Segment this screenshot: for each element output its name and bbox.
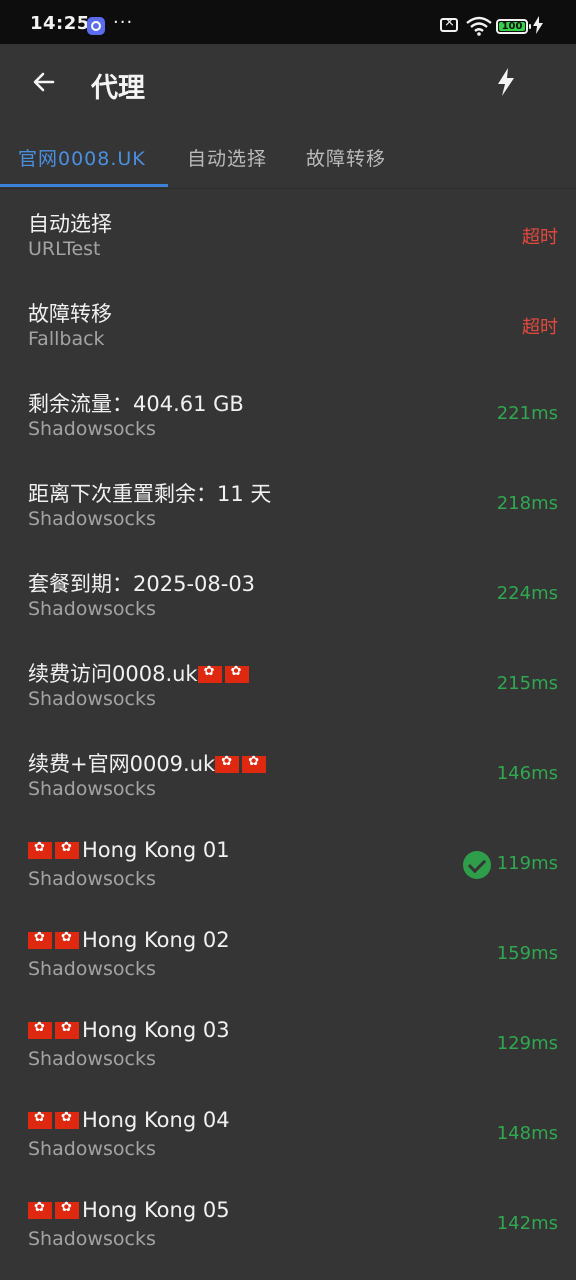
more-notifications-icon: ··· <box>113 12 134 33</box>
proxy-type: Shadowsocks <box>28 598 156 620</box>
proxy-name-wrap: Hong Kong 05 <box>28 1198 230 1222</box>
status-time: 14:25 <box>30 13 90 34</box>
proxy-name: 续费访问0008.uk <box>28 662 198 686</box>
proxy-item[interactable]: Hong Kong 05 Shadowsocks 142ms <box>0 1180 576 1270</box>
hk-flag-icon <box>224 664 249 683</box>
proxy-name: Hong Kong 04 <box>82 1108 230 1132</box>
hk-flag-icon <box>55 840 79 859</box>
hk-flag-icon <box>28 1020 52 1039</box>
proxy-delay[interactable]: 超时 <box>522 313 558 339</box>
proxy-type: Shadowsocks <box>28 1228 156 1250</box>
proxy-item[interactable]: Hong Kong 04 Shadowsocks 148ms <box>0 1090 576 1180</box>
proxy-item[interactable]: 故障转移 Fallback 超时 <box>0 280 576 370</box>
proxy-name-wrap: Hong Kong 03 <box>28 1018 230 1042</box>
proxy-item[interactable]: 续费+官网0009.uk Shadowsocks 146ms <box>0 730 576 820</box>
battery-icon: 100 <box>496 19 531 34</box>
proxy-delay[interactable]: 221ms <box>497 403 558 424</box>
no-sim-icon <box>440 15 458 32</box>
proxy-item[interactable]: 续费访问0008.uk Shadowsocks 215ms <box>0 640 576 730</box>
proxy-name-wrap: 续费访问0008.uk <box>28 658 252 688</box>
tab-auto-select[interactable]: 自动选择 <box>187 144 267 171</box>
proxy-delay[interactable]: 146ms <box>497 763 558 784</box>
proxy-type: URLTest <box>28 238 101 260</box>
hk-flag-icon <box>55 1200 79 1219</box>
proxy-type: Fallback <box>28 328 105 350</box>
proxy-type: Shadowsocks <box>28 1048 156 1070</box>
proxy-item[interactable]: Hong Kong 03 Shadowsocks 129ms <box>0 1000 576 1090</box>
hk-flag-icon <box>197 664 222 683</box>
hk-flag-icon <box>28 1110 52 1129</box>
proxy-list: 自动选择 URLTest 超时 故障转移 Fallback 超时 剩余流量：40… <box>0 190 576 1270</box>
hk-flag-icon <box>28 1200 52 1219</box>
hk-flag-icon <box>28 840 52 859</box>
proxy-type: Shadowsocks <box>28 508 156 530</box>
proxy-item[interactable]: Hong Kong 02 Shadowsocks 159ms <box>0 910 576 1000</box>
proxy-name: Hong Kong 01 <box>82 838 230 862</box>
lightning-bolt-icon[interactable] <box>496 68 516 96</box>
proxy-type: Shadowsocks <box>28 868 156 890</box>
proxy-name: Hong Kong 05 <box>82 1198 230 1222</box>
hk-flag-icon <box>55 1110 79 1129</box>
proxy-name: Hong Kong 03 <box>82 1018 230 1042</box>
proxy-name: 套餐到期：2025-08-03 <box>28 572 256 596</box>
proxy-type: Shadowsocks <box>28 958 156 980</box>
proxy-item-selected[interactable]: Hong Kong 01 Shadowsocks 119ms <box>0 820 576 910</box>
charging-icon <box>533 16 543 34</box>
proxy-delay[interactable]: 142ms <box>497 1213 558 1234</box>
proxy-type: Shadowsocks <box>28 688 156 710</box>
proxy-delay[interactable]: 148ms <box>497 1123 558 1144</box>
wifi-icon <box>466 16 492 36</box>
proxy-name: 续费+官网0009.uk <box>28 752 216 776</box>
proxy-delay[interactable]: 159ms <box>497 943 558 964</box>
proxy-item[interactable]: 剩余流量：404.61 GB Shadowsocks 221ms <box>0 370 576 460</box>
tab-indicator <box>0 184 168 187</box>
battery-level: 100 <box>499 22 525 32</box>
hk-flag-icon <box>55 1020 79 1039</box>
arrow-left-icon[interactable] <box>32 70 56 94</box>
proxy-name-wrap: Hong Kong 04 <box>28 1108 230 1132</box>
proxy-type: Shadowsocks <box>28 1138 156 1160</box>
proxy-delay[interactable]: 129ms <box>497 1033 558 1054</box>
proxy-item[interactable]: 自动选择 URLTest 超时 <box>0 190 576 280</box>
hk-flag-icon <box>55 930 79 949</box>
proxy-type: Shadowsocks <box>28 778 156 800</box>
tab-official-0008[interactable]: 官网0008.UK <box>18 144 146 171</box>
proxy-name-wrap: 续费+官网0009.uk <box>28 748 269 778</box>
proxy-type: Shadowsocks <box>28 418 156 440</box>
proxy-item[interactable]: 距离下次重置剩余：11 天 Shadowsocks 218ms <box>0 460 576 550</box>
proxy-delay[interactable]: 超时 <box>522 223 558 249</box>
hk-flag-icon <box>215 754 240 773</box>
app-notification-icon <box>87 17 105 35</box>
hk-flag-icon <box>28 930 52 949</box>
app-bar: 代理 <box>0 44 576 124</box>
proxy-name: 故障转移 <box>28 302 112 326</box>
page-title: 代理 <box>91 73 145 104</box>
check-circle-icon <box>463 851 491 879</box>
proxy-delay[interactable]: 218ms <box>497 493 558 514</box>
group-tabs: 官网0008.UK 自动选择 故障转移 <box>0 124 576 189</box>
proxy-name: 自动选择 <box>28 212 112 236</box>
proxy-name-wrap: Hong Kong 01 <box>28 838 230 862</box>
proxy-name: 剩余流量：404.61 GB <box>28 392 244 416</box>
status-bar: 14:25 ··· 100 <box>0 0 576 44</box>
proxy-name-wrap: Hong Kong 02 <box>28 928 230 952</box>
proxy-name: 距离下次重置剩余：11 天 <box>28 482 272 506</box>
proxy-delay[interactable]: 119ms <box>497 853 558 874</box>
proxy-delay[interactable]: 224ms <box>497 583 558 604</box>
hk-flag-icon <box>242 754 267 773</box>
proxy-delay[interactable]: 215ms <box>497 673 558 694</box>
tab-fallback[interactable]: 故障转移 <box>306 144 386 171</box>
proxy-name: Hong Kong 02 <box>82 928 230 952</box>
proxy-item[interactable]: 套餐到期：2025-08-03 Shadowsocks 224ms <box>0 550 576 640</box>
